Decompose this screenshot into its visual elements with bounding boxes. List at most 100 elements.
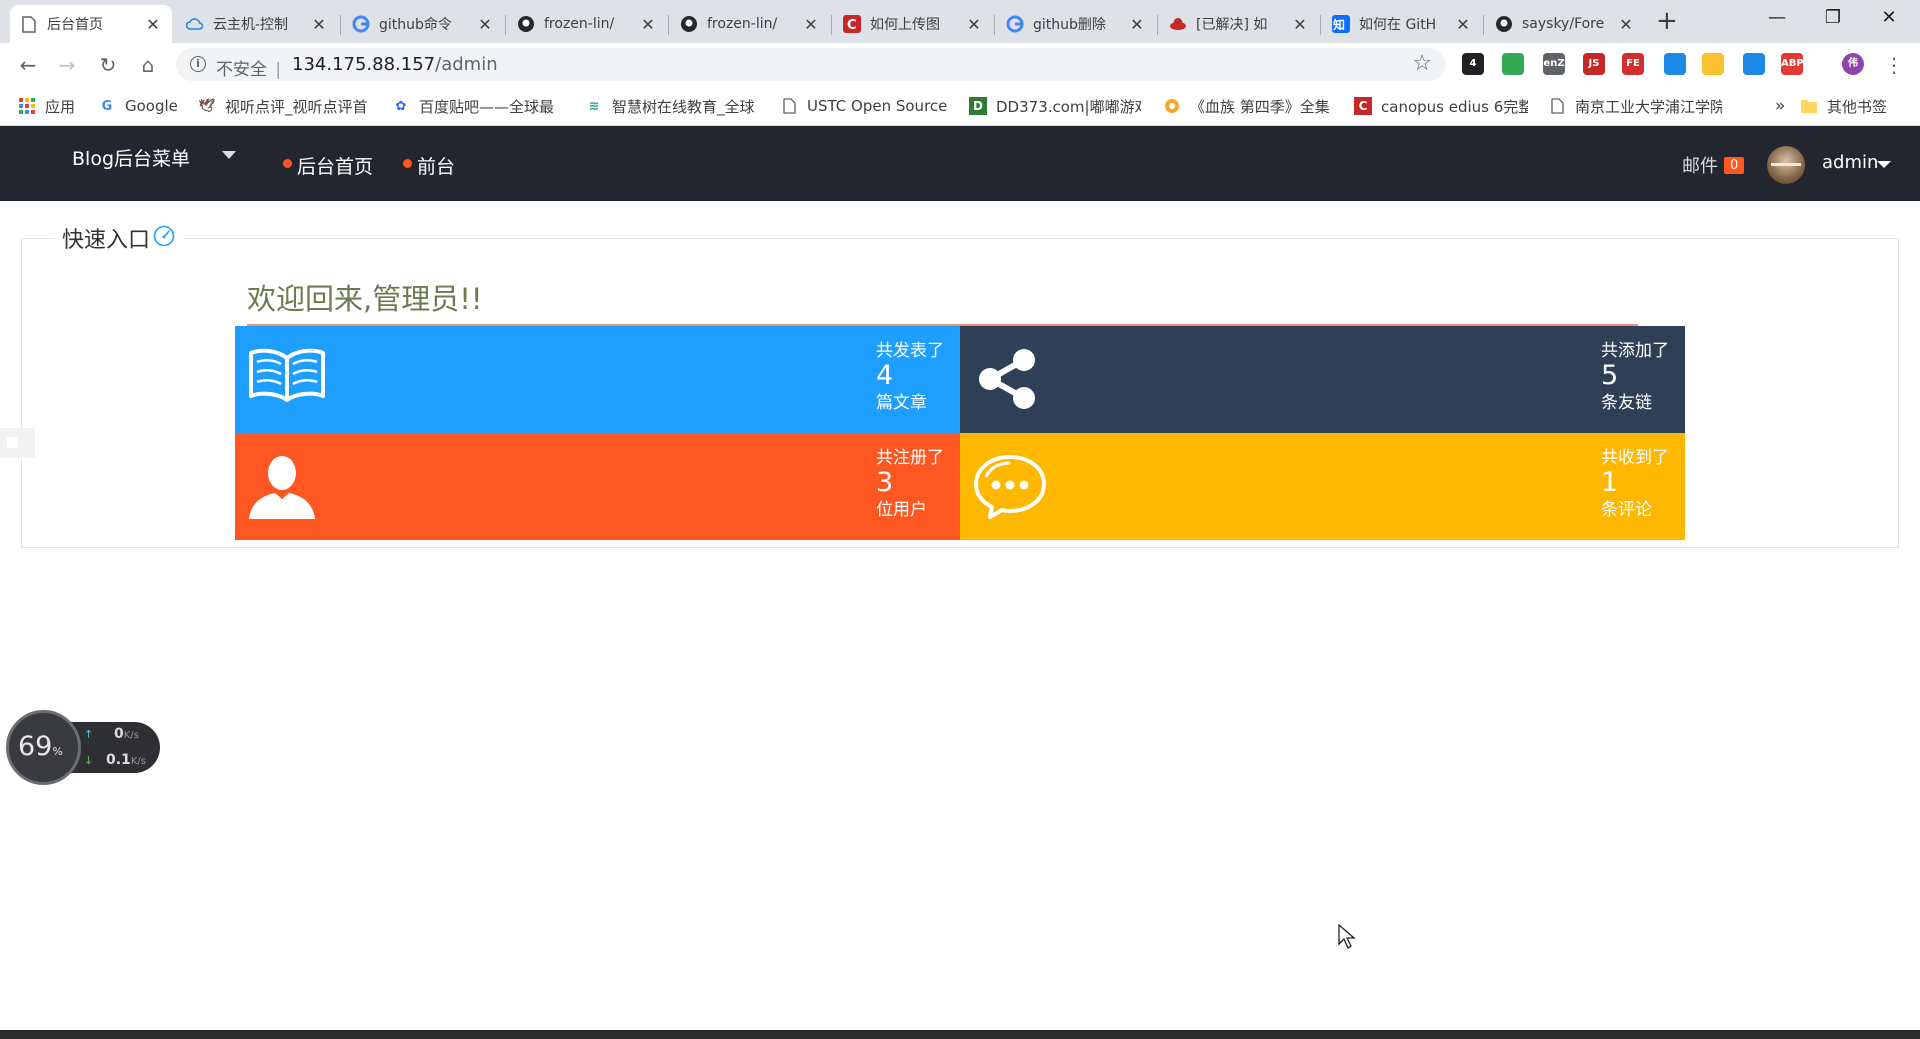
- tab-frozen-lin-2[interactable]: frozen-lin/ ✕: [670, 5, 830, 43]
- github-icon: [517, 15, 535, 33]
- usage-percent: 69%: [18, 731, 63, 762]
- nav-dot-icon: [283, 159, 292, 168]
- caret-down-icon[interactable]: [1877, 161, 1891, 168]
- welcome-heading: 欢迎回来,管理员!!: [247, 282, 483, 316]
- svg-text:知: 知: [1332, 17, 1345, 32]
- bookmark-star-icon[interactable]: ☆: [1412, 51, 1432, 76]
- bookmark-dd373[interactable]: D DD373.com|嘟嘟游戏: [969, 95, 1141, 117]
- tab-cloud-console[interactable]: 云主机-控制 ✕: [176, 5, 338, 43]
- bookmark-njtech[interactable]: 南京工业大学浦江学院: [1548, 95, 1722, 117]
- tab-upload-image[interactable]: C 如何上传图 ✕: [833, 5, 993, 43]
- tab-frozen-lin-1[interactable]: frozen-lin/ ✕: [507, 5, 667, 43]
- nav-frontend[interactable]: 前台: [403, 152, 455, 179]
- reload-icon[interactable]: ↻: [94, 51, 122, 79]
- bookmark-xuezu[interactable]: 《血族 第四季》全集: [1163, 95, 1335, 117]
- ext-enz-icon[interactable]: enZ: [1543, 53, 1565, 75]
- bookmark-google[interactable]: G Google: [98, 95, 178, 117]
- apps-icon: [18, 97, 36, 115]
- ext-search-icon[interactable]: [1664, 53, 1686, 75]
- stat-tile-comments[interactable]: 共收到了 1 条评论: [960, 433, 1685, 540]
- tab-zhihu[interactable]: 知 如何在 GitH ✕: [1322, 5, 1482, 43]
- network-speed-widget[interactable]: 69% ↑ 0K/s ↓ 0.1K/s: [6, 710, 160, 785]
- mail-count-badge: 0: [1724, 156, 1745, 174]
- stat-prefix: 共收到了: [1601, 448, 1669, 468]
- redhat-icon: [1169, 15, 1187, 33]
- stat-suffix: 位用户: [876, 500, 927, 520]
- bookmark-ustc[interactable]: USTC Open Source: [780, 95, 947, 117]
- tab-saysky[interactable]: saysky/Fore ✕: [1485, 5, 1645, 43]
- admin-menu-brand[interactable]: Blog后台菜单: [72, 144, 190, 171]
- csdn-icon: C: [1354, 97, 1372, 115]
- side-collapse-tab[interactable]: [0, 428, 35, 458]
- download-speed: 0.1K/s: [106, 752, 146, 768]
- home-icon[interactable]: ⌂: [134, 51, 162, 79]
- close-tab-icon[interactable]: ✕: [144, 15, 162, 34]
- close-tab-icon[interactable]: ✕: [1617, 15, 1635, 34]
- ext-colors-icon[interactable]: [1502, 53, 1524, 75]
- ext-notify-icon[interactable]: 4: [1462, 53, 1484, 75]
- nav-admin-home[interactable]: 后台首页: [283, 152, 373, 179]
- folder-icon: [1800, 97, 1818, 115]
- close-tab-icon[interactable]: ✕: [476, 15, 494, 34]
- bookmarks-overflow-button[interactable]: »: [1775, 95, 1785, 117]
- close-tab-icon[interactable]: ✕: [1291, 15, 1309, 34]
- tab-divider: [340, 15, 341, 35]
- page-icon: [20, 15, 38, 33]
- mail-link[interactable]: 邮件 0: [1682, 152, 1745, 178]
- zhihu-icon: 知: [1332, 15, 1350, 33]
- google-icon: [352, 15, 370, 33]
- stat-tile-links[interactable]: 共添加了 5 条友链: [960, 326, 1685, 433]
- menu-kebab-icon[interactable]: ⋮: [1880, 51, 1908, 79]
- user-menu[interactable]: admin: [1822, 152, 1878, 173]
- chat-icon: [972, 453, 1046, 519]
- bookmark-baidu-tieba[interactable]: ✿ 百度贴吧——全球最: [392, 95, 560, 117]
- browser-tabstrip: 后台首页 ✕ 云主机-控制 ✕ github命令 ✕ frozen-lin/ ✕…: [0, 0, 1920, 43]
- close-tab-icon[interactable]: ✕: [1128, 15, 1146, 34]
- tab-admin-home[interactable]: 后台首页 ✕: [10, 5, 172, 43]
- user-avatar[interactable]: [1767, 146, 1805, 184]
- tab-github-commands[interactable]: github命令 ✕: [342, 5, 504, 43]
- ext-fe-icon[interactable]: FE: [1622, 53, 1644, 75]
- bookmark-apps[interactable]: 应用: [18, 95, 75, 117]
- back-icon[interactable]: ←: [14, 51, 42, 79]
- stat-tile-articles[interactable]: 共发表了 4 篇文章: [235, 326, 960, 433]
- profile-avatar-icon[interactable]: 伟: [1842, 53, 1864, 75]
- close-window-button[interactable]: ✕: [1862, 0, 1916, 36]
- stat-value: 1: [1601, 467, 1619, 498]
- ext-js-icon[interactable]: JS: [1583, 53, 1605, 75]
- svg-text:C: C: [847, 18, 857, 33]
- bookmark-shiting[interactable]: 🕊 视听点评_视听点评首: [198, 95, 370, 117]
- bookmarks-bar: 应用 G Google 🕊 视听点评_视听点评首 ✿ 百度贴吧——全球最 ≋ 智…: [0, 85, 1920, 126]
- close-tab-icon[interactable]: ✕: [1454, 15, 1472, 34]
- new-tab-button[interactable]: +: [1656, 6, 1678, 36]
- bookmark-canopus[interactable]: C canopus edius 6完整: [1354, 95, 1528, 117]
- tab-github-delete[interactable]: github删除 ✕: [996, 5, 1156, 43]
- caret-down-icon[interactable]: [222, 151, 236, 159]
- close-tab-icon[interactable]: ✕: [965, 15, 983, 34]
- minimize-button[interactable]: —: [1750, 0, 1804, 36]
- tab-divider: [1320, 15, 1321, 35]
- info-icon[interactable]: i: [190, 56, 206, 72]
- stat-prefix: 共发表了: [876, 341, 944, 361]
- stat-value: 3: [876, 467, 894, 498]
- tab-divider: [994, 15, 995, 35]
- bird-icon: 🕊: [198, 98, 216, 114]
- tab-solved[interactable]: [已解决] 如 ✕: [1159, 5, 1319, 43]
- forward-icon[interactable]: →: [53, 51, 81, 79]
- url-text[interactable]: 134.175.88.157/admin: [292, 54, 498, 75]
- ext-abp-icon[interactable]: ABP: [1781, 53, 1804, 75]
- csdn-icon: C: [843, 15, 861, 33]
- stat-tile-users[interactable]: 共注册了 3 位用户: [235, 433, 960, 540]
- ext-dropbox-icon[interactable]: [1743, 53, 1765, 75]
- close-tab-icon[interactable]: ✕: [802, 15, 820, 34]
- stat-value: 5: [1601, 360, 1619, 391]
- restore-button[interactable]: ❐: [1806, 0, 1860, 36]
- stat-value: 4: [876, 360, 894, 391]
- close-tab-icon[interactable]: ✕: [310, 15, 328, 34]
- tab-divider: [505, 15, 506, 35]
- bookmark-other-folder[interactable]: 其他书签: [1800, 95, 1887, 117]
- bookmark-zhihuishu[interactable]: ≋ 智慧树在线教育_全球: [585, 95, 757, 117]
- close-tab-icon[interactable]: ✕: [639, 15, 657, 34]
- ext-bell-icon[interactable]: [1702, 53, 1724, 75]
- address-bar[interactable]: i 不安全 | 134.175.88.157/admin ☆: [176, 48, 1446, 81]
